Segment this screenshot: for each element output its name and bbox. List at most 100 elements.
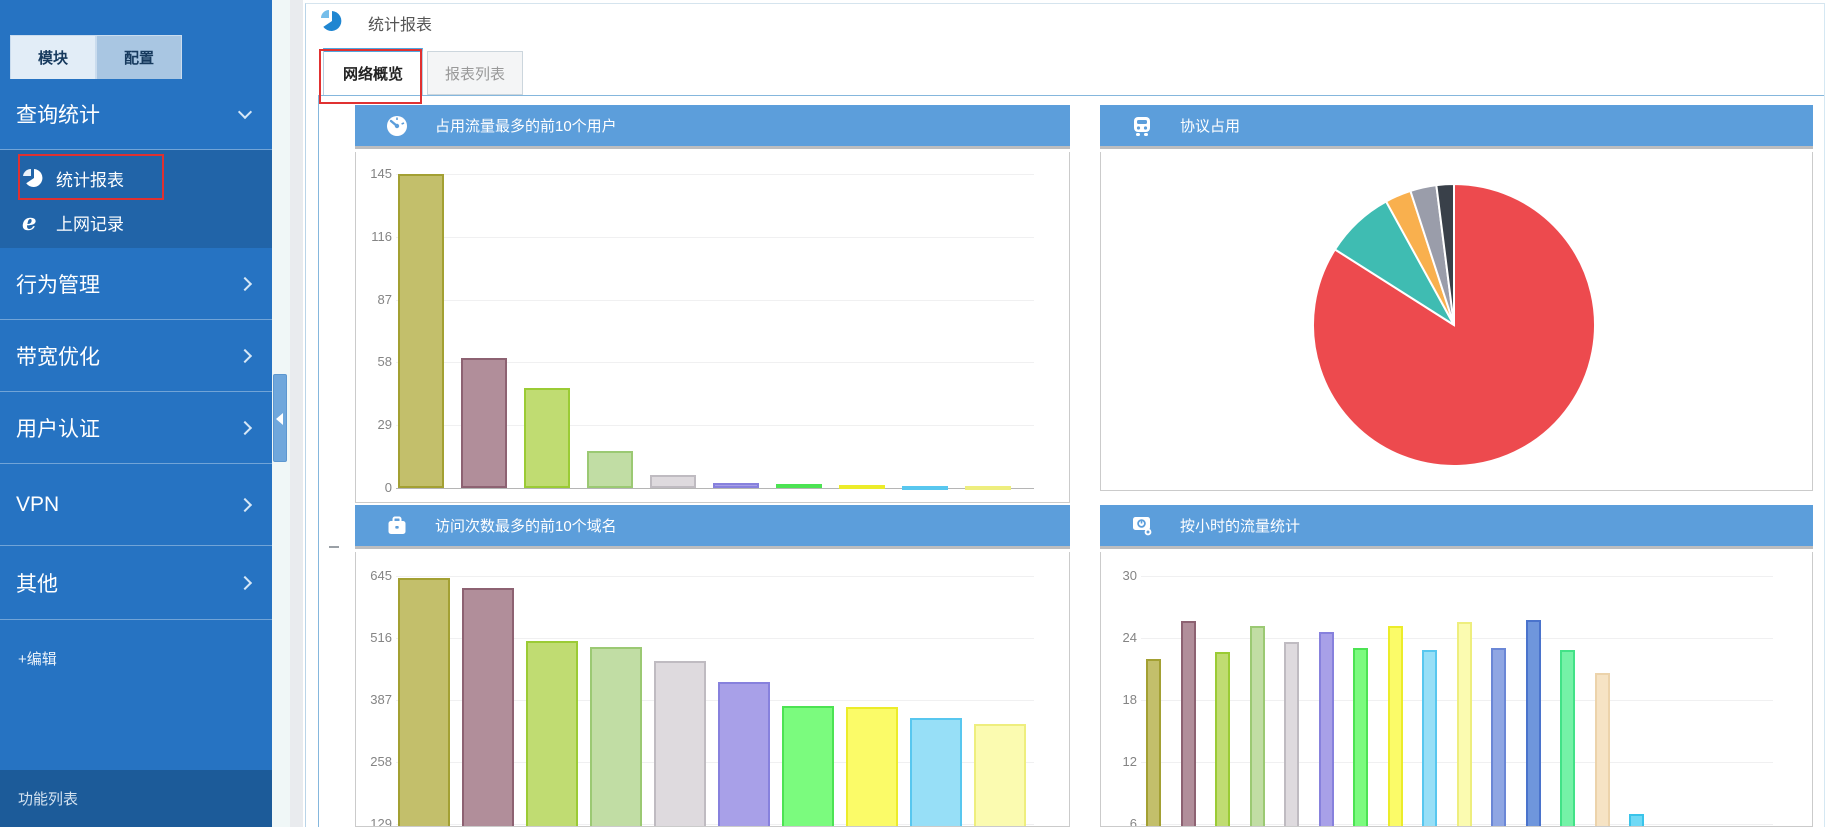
pie-svg bbox=[1101, 152, 1813, 491]
robot-icon bbox=[1130, 114, 1154, 138]
ie-browser-icon: e bbox=[22, 211, 56, 234]
bar bbox=[846, 707, 898, 827]
y-axis-tick-label: 29 bbox=[358, 417, 392, 432]
monitor-gear-icon bbox=[1130, 514, 1154, 538]
sidebar-item-other[interactable]: 其他 bbox=[0, 546, 272, 620]
y-axis-tick-label: 24 bbox=[1103, 630, 1137, 645]
sidebar: 模块 配置 查询统计 统计报表 e 上网记录 行 bbox=[0, 0, 272, 827]
sidebar-item-label: 用户认证 bbox=[16, 413, 100, 443]
bar bbox=[398, 578, 450, 827]
chevron-right-icon bbox=[238, 348, 252, 362]
sidebar-item-auth[interactable]: 用户认证 bbox=[0, 392, 272, 464]
page-title: 统计报表 bbox=[368, 11, 432, 35]
tab-content-border-left bbox=[318, 95, 319, 827]
y-axis-tick-label: 58 bbox=[358, 354, 392, 369]
bar bbox=[1629, 814, 1644, 827]
bar bbox=[782, 706, 834, 827]
sidebar-tab-config[interactable]: 配置 bbox=[96, 35, 182, 79]
gridline bbox=[396, 174, 1034, 175]
bar bbox=[1422, 650, 1437, 827]
panel-top-users: 占用流量最多的前10个用户 1451168758290 bbox=[355, 105, 1070, 503]
annotation-box-active-tab bbox=[319, 49, 422, 104]
chevron-right-icon bbox=[238, 575, 252, 589]
bar bbox=[590, 647, 642, 827]
bar bbox=[1560, 650, 1575, 827]
sidebar-tab-bar: 模块 配置 bbox=[10, 35, 182, 79]
sidebar-item-query-stats[interactable]: 查询统计 bbox=[0, 79, 272, 150]
bar bbox=[1526, 620, 1541, 827]
y-axis-tick-label: 18 bbox=[1103, 692, 1137, 707]
bar bbox=[974, 724, 1026, 827]
sidebar-item-vpn[interactable]: VPN bbox=[0, 464, 272, 546]
chevron-right-icon bbox=[238, 420, 252, 434]
app-window: 模块 配置 查询统计 统计报表 e 上网记录 行 bbox=[0, 0, 1834, 827]
panel-header: 协议占用 bbox=[1100, 105, 1813, 149]
bar bbox=[587, 451, 633, 488]
sidebar-item-label: 上网记录 bbox=[56, 210, 124, 235]
bar-chart-hourly-traffic: 302418126 bbox=[1101, 552, 1812, 826]
y-axis-tick-label: 145 bbox=[358, 166, 392, 181]
chevron-right-icon bbox=[238, 497, 252, 511]
bar bbox=[524, 388, 570, 488]
bar bbox=[776, 484, 822, 488]
bar bbox=[1215, 652, 1230, 827]
bar bbox=[1319, 632, 1334, 827]
bar bbox=[526, 641, 578, 827]
sidebar-tab-module[interactable]: 模块 bbox=[10, 35, 96, 79]
sidebar-item-label: 行为管理 bbox=[16, 269, 100, 299]
briefcase-icon bbox=[385, 514, 409, 538]
bar bbox=[462, 588, 514, 827]
bar bbox=[1181, 621, 1196, 827]
bar-chart-top-users: 1451168758290 bbox=[356, 152, 1069, 502]
gridline bbox=[1141, 576, 1773, 577]
panel-body: 1451168758290 bbox=[355, 152, 1070, 503]
bar bbox=[1388, 626, 1403, 827]
bar bbox=[1491, 648, 1506, 827]
pie-chart-icon bbox=[318, 9, 346, 38]
sidebar-item-label: 其他 bbox=[16, 568, 58, 598]
panel-protocols: 协议占用 bbox=[1100, 105, 1813, 491]
sidebar-item-behavior[interactable]: 行为管理 bbox=[0, 248, 272, 320]
y-axis-tick-label: 516 bbox=[358, 630, 392, 645]
bar bbox=[1284, 642, 1299, 827]
bar bbox=[1595, 673, 1610, 827]
panel-body: 645516387258129 bbox=[355, 552, 1070, 827]
panel-title: 按小时的流量统计 bbox=[1180, 515, 1300, 536]
bar bbox=[1146, 659, 1161, 827]
sidebar-item-web-records[interactable]: e 上网记录 bbox=[0, 200, 272, 244]
sidebar-collapse-handle[interactable] bbox=[273, 374, 287, 462]
y-axis-tick-label: 87 bbox=[358, 292, 392, 307]
content-header: 统计报表 bbox=[318, 8, 432, 38]
bar bbox=[910, 718, 962, 827]
bar bbox=[902, 486, 948, 490]
bar bbox=[1457, 622, 1472, 827]
bar bbox=[654, 661, 706, 827]
bar-chart-top-domains: 645516387258129 bbox=[356, 552, 1069, 826]
panel-header: 按小时的流量统计 bbox=[1100, 505, 1813, 549]
y-axis-tick-label: 129 bbox=[358, 816, 392, 827]
panel-header: 占用流量最多的前10个用户 bbox=[355, 105, 1070, 149]
gridline bbox=[396, 576, 1034, 577]
bar bbox=[713, 483, 759, 488]
tab-report-list[interactable]: 报表列表 bbox=[427, 51, 523, 95]
gridline bbox=[396, 237, 1034, 238]
sidebar-item-label: 查询统计 bbox=[16, 99, 100, 129]
pie-chart-protocols bbox=[1101, 152, 1812, 490]
sidebar-footer: 功能列表 bbox=[0, 770, 272, 827]
bar bbox=[461, 358, 507, 488]
annotation-box-stat-report bbox=[18, 154, 164, 200]
panel-body bbox=[1100, 152, 1813, 491]
gridline bbox=[396, 300, 1034, 301]
y-axis-tick-label: 12 bbox=[1103, 754, 1137, 769]
bar bbox=[1353, 648, 1368, 827]
bar bbox=[1250, 626, 1265, 827]
sidebar-item-bandwidth[interactable]: 带宽优化 bbox=[0, 320, 272, 392]
panel-body: 302418126 bbox=[1100, 552, 1813, 827]
panel-title: 访问次数最多的前10个域名 bbox=[435, 515, 617, 536]
bar bbox=[650, 475, 696, 488]
sidebar-item-label: VPN bbox=[16, 493, 59, 517]
bar bbox=[965, 486, 1011, 490]
panel-top-domains: 访问次数最多的前10个域名 645516387258129 bbox=[355, 505, 1070, 827]
edit-button[interactable]: +编辑 bbox=[18, 648, 57, 669]
y-axis-tick-label: 0 bbox=[358, 480, 392, 495]
